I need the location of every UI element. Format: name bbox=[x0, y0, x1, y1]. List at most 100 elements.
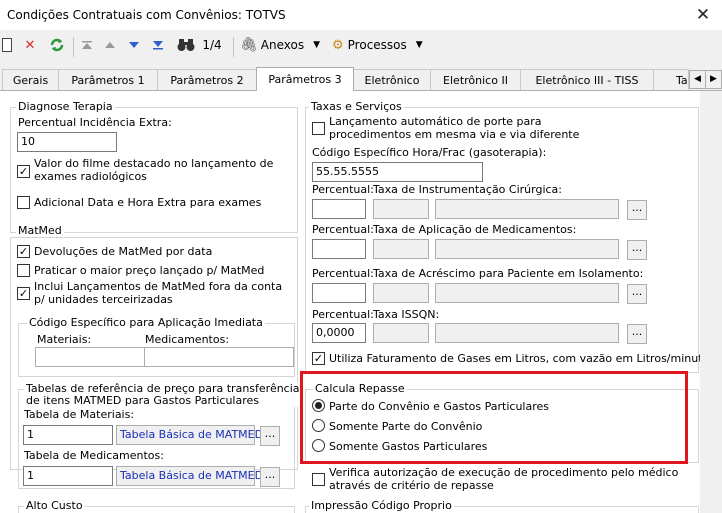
valor-filme-label-line1: Valor do filme destacado no lançamento d… bbox=[34, 157, 274, 170]
toolbar-separator bbox=[73, 37, 74, 57]
taxa-instrumentacao-lookup-button[interactable]: ... bbox=[627, 200, 647, 220]
praticar-checkbox[interactable] bbox=[17, 264, 30, 277]
taxa-issqn-code-field[interactable] bbox=[373, 323, 429, 343]
delete-icon[interactable]: ✕ bbox=[20, 33, 40, 57]
adicional-data-hora-checkbox[interactable] bbox=[17, 196, 30, 209]
toolbar: ✕ 1/4 🖇 Anexos ▼ ⚙ Processos ▼ bbox=[0, 33, 722, 63]
tab-truncated[interactable]: Ta bbox=[653, 69, 689, 90]
impressao-codigo-title: Impressão Código Proprio bbox=[309, 499, 454, 512]
taxa-issqn-description-field bbox=[435, 323, 619, 343]
taxa-aplicacao-percentual-input[interactable] bbox=[312, 239, 366, 259]
percentual-incidencia-input[interactable]: 10 bbox=[17, 132, 117, 152]
adicional-data-hora-label: Adicional Data e Hora Extra para exames bbox=[34, 196, 262, 209]
inclui-lancamentos-label-line1: Inclui Lançamentos de MatMed fora da con… bbox=[34, 280, 283, 293]
scroll-track[interactable] bbox=[700, 91, 722, 513]
tabela-materiais-description: Tabela Básica de MATMED bbox=[116, 425, 263, 445]
verifica-autorizacao-checkbox[interactable] bbox=[312, 473, 325, 486]
tab-eletronico-iii-tiss[interactable]: Eletrônico III - TISS bbox=[520, 69, 654, 90]
title-bar: Condições Contratuais com Convênios: TOT… bbox=[0, 0, 722, 30]
taxa-aplicacao-description-field bbox=[435, 239, 619, 259]
taxa-instrumentacao-label: Taxa de Instrumentação Cirúrgica: bbox=[373, 183, 563, 196]
percentual-label: Percentual: bbox=[312, 267, 374, 280]
lancamento-automatico-label-line2: procedimentos em mesma via e via diferen… bbox=[329, 128, 580, 141]
verifica-autorizacao-label-line2: através de critério de repasse bbox=[329, 479, 494, 492]
utiliza-faturamento-gases-checkbox[interactable]: ✓ bbox=[312, 352, 325, 365]
percentual-label: Percentual: bbox=[312, 223, 374, 236]
binoculars-icon[interactable] bbox=[176, 33, 196, 57]
tabela-materiais-input[interactable]: 1 bbox=[23, 425, 113, 445]
tab-gerais[interactable]: Gerais bbox=[2, 69, 59, 90]
codigo-especifico-title: Código Específico para Aplicação Imediat… bbox=[27, 316, 265, 329]
materiais-column-header: Materiais: bbox=[37, 333, 92, 346]
valor-filme-checkbox[interactable]: ✓ bbox=[17, 165, 30, 178]
prev-icon[interactable] bbox=[102, 33, 118, 57]
page-indicator: 1/4 bbox=[202, 38, 222, 52]
taxa-acrescimo-description-field bbox=[435, 283, 619, 303]
taxa-issqn-percentual-input[interactable]: 0,0000 bbox=[312, 323, 366, 343]
lancamento-automatico-checkbox[interactable] bbox=[312, 122, 325, 135]
percentual-incidencia-label: Percentual Incidência Extra: bbox=[18, 116, 172, 129]
tab-parametros-1[interactable]: Parâmetros 1 bbox=[58, 69, 158, 90]
close-button[interactable]: ✕ bbox=[690, 3, 716, 27]
window-title: Condições Contratuais com Convênios: TOT… bbox=[7, 8, 286, 22]
paperclip-icon: 🖇 bbox=[240, 37, 258, 53]
verifica-autorizacao-label: Verifica autorização de execução de proc… bbox=[329, 466, 678, 492]
materiais-cell[interactable] bbox=[35, 347, 145, 367]
first-icon[interactable] bbox=[79, 33, 95, 57]
inclui-lancamentos-label: Inclui Lançamentos de MatMed fora da con… bbox=[34, 280, 282, 306]
tab-scroll-left-icon[interactable]: ◀ bbox=[690, 71, 706, 88]
codigo-hora-frac-label: Código Específico Hora/Frac (gasoterapia… bbox=[312, 146, 547, 159]
next-icon[interactable] bbox=[126, 33, 142, 57]
tab-strip: Gerais Parâmetros 1 Parâmetros 2 Parâmet… bbox=[0, 67, 722, 91]
tabela-medicamentos-input[interactable]: 1 bbox=[23, 466, 113, 486]
taxa-aplicacao-lookup-button[interactable]: ... bbox=[627, 240, 647, 260]
processos-label: Processos bbox=[347, 38, 407, 52]
tabelas-referencia-title-line2: de itens MATMED para Gastos Particulares bbox=[26, 394, 259, 407]
taxa-aplicacao-label: Taxa de Aplicação de Medicamentos: bbox=[373, 223, 577, 236]
lancamento-automatico-label: Lançamento automático de porte para proc… bbox=[329, 115, 579, 141]
last-icon[interactable] bbox=[150, 33, 166, 57]
taxa-acrescimo-label: Taxa de Acréscimo para Paciente em Isola… bbox=[373, 267, 644, 280]
medicamentos-column-header: Medicamentos: bbox=[145, 333, 230, 346]
inclui-lancamentos-label-line2: p/ unidades terceirizadas bbox=[34, 293, 173, 306]
inclui-lancamentos-checkbox[interactable]: ✓ bbox=[17, 287, 30, 300]
praticar-label: Praticar o maior preço lançado p/ MatMed bbox=[34, 264, 265, 277]
matmed-title: MatMed bbox=[16, 224, 64, 237]
medicamentos-cell[interactable] bbox=[144, 347, 294, 367]
taxa-issqn-label: Taxa ISSQN: bbox=[373, 308, 440, 321]
lancamento-automatico-label-line1: Lançamento automático de porte para bbox=[329, 115, 542, 128]
tab-scroll-right-icon[interactable]: ▶ bbox=[706, 71, 721, 88]
tab-scroll-buttons: ◀ ▶ bbox=[689, 70, 722, 89]
diagnose-terapia-title: Diagnose Terapia bbox=[16, 100, 115, 113]
taxa-acrescimo-percentual-input[interactable] bbox=[312, 283, 366, 303]
anexos-label: Anexos bbox=[260, 38, 305, 52]
tabelas-referencia-title: Tabelas de referência de preço para tran… bbox=[24, 383, 302, 407]
tab-parametros-3[interactable]: Parâmetros 3 bbox=[256, 67, 354, 91]
tabela-medicamentos-description: Tabela Básica de MATMED bbox=[116, 466, 263, 486]
taxa-instrumentacao-code-field[interactable] bbox=[373, 199, 429, 219]
tab-eletronico[interactable]: Eletrônico bbox=[353, 69, 431, 90]
refresh-icon[interactable] bbox=[47, 33, 67, 57]
processos-button[interactable]: ⚙ Processos ▼ bbox=[332, 33, 432, 57]
highlight-box bbox=[300, 371, 688, 464]
anexos-button[interactable]: 🖇 Anexos ▼ bbox=[240, 33, 326, 57]
devolucoes-checkbox[interactable]: ✓ bbox=[17, 245, 30, 258]
taxa-instrumentacao-description-field bbox=[435, 199, 619, 219]
taxa-issqn-lookup-button[interactable]: ... bbox=[627, 324, 647, 344]
tab-eletronico-ii[interactable]: Eletrônico II bbox=[430, 69, 521, 90]
taxa-instrumentacao-percentual-input[interactable] bbox=[312, 199, 366, 219]
gears-icon: ⚙ bbox=[332, 37, 344, 53]
chevron-down-icon: ▼ bbox=[313, 40, 321, 50]
taxa-aplicacao-code-field[interactable] bbox=[373, 239, 429, 259]
new-doc-icon[interactable] bbox=[0, 33, 14, 57]
codigo-hora-frac-input[interactable]: 55.55.5555 bbox=[312, 162, 483, 182]
tab-parametros-2[interactable]: Parâmetros 2 bbox=[157, 69, 257, 90]
tabela-medicamentos-label: Tabela de Medicamentos: bbox=[24, 449, 164, 462]
tabela-materiais-lookup-button[interactable]: ... bbox=[260, 426, 280, 446]
taxa-acrescimo-lookup-button[interactable]: ... bbox=[627, 284, 647, 304]
percentual-label: Percentual: bbox=[312, 183, 374, 196]
tabela-medicamentos-lookup-button[interactable]: ... bbox=[260, 467, 280, 487]
valor-filme-label: Valor do filme destacado no lançamento d… bbox=[34, 157, 273, 183]
taxa-acrescimo-code-field[interactable] bbox=[373, 283, 429, 303]
tabela-materiais-label: Tabela de Materiais: bbox=[24, 408, 135, 421]
